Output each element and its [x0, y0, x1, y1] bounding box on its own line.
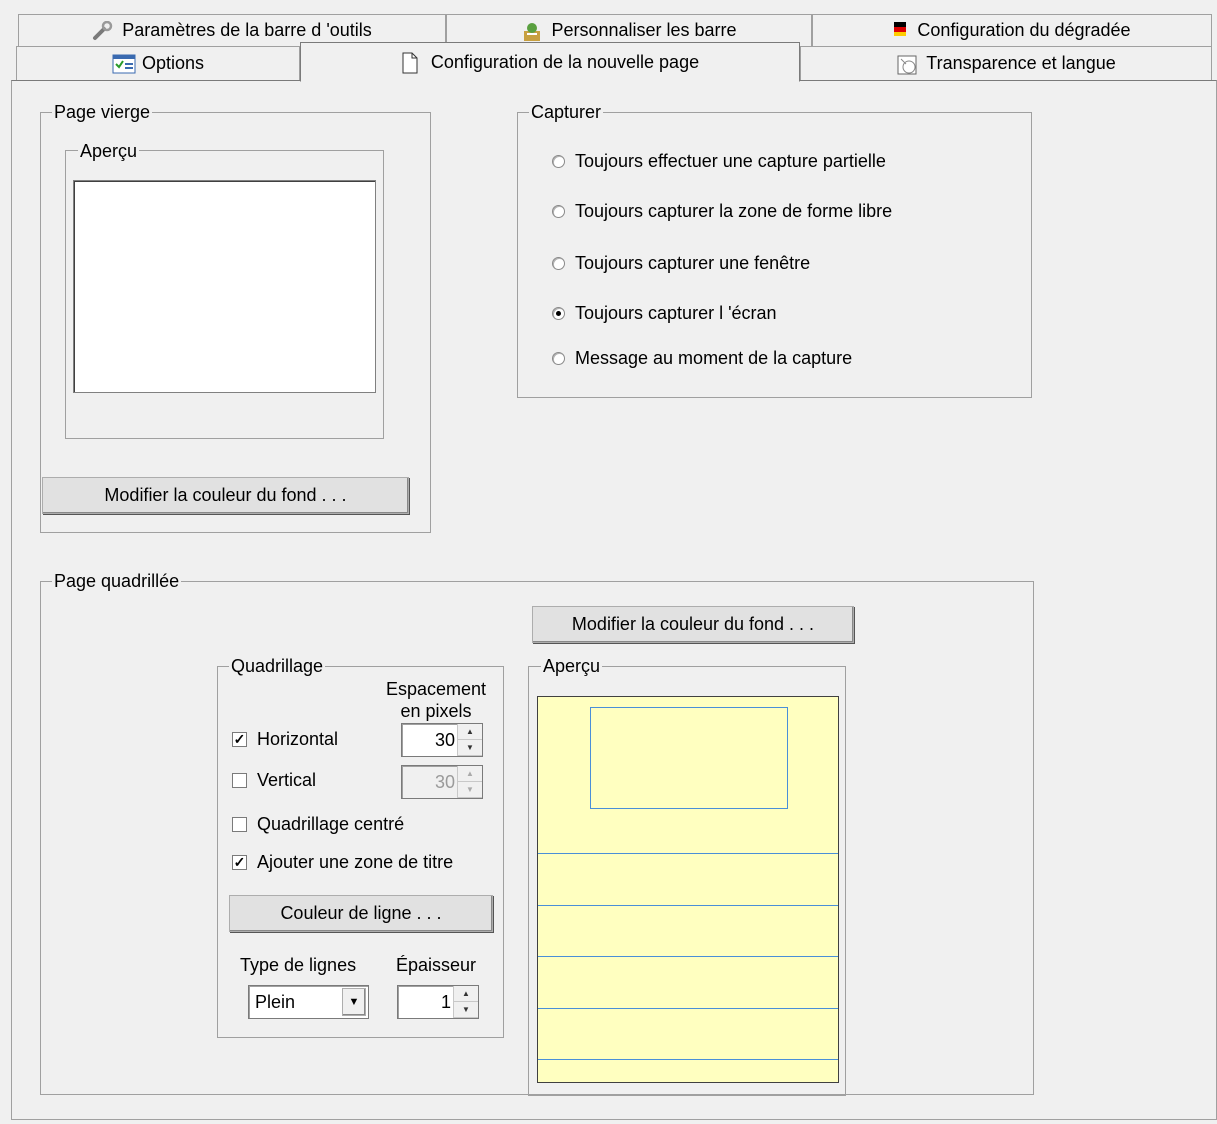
spin-down-icon[interactable]: ▼ [458, 740, 482, 756]
grid-line [538, 956, 838, 957]
radio-button-selected[interactable] [552, 307, 565, 320]
tab-label: Paramètres de la barre d 'outils [122, 20, 372, 40]
line-type-select[interactable]: Plein ▼ [248, 985, 369, 1019]
tab-label: Personnaliser les barre [551, 20, 737, 40]
horizontal-checkbox-row[interactable]: ✓ Horizontal [232, 729, 338, 750]
spacing-label-line1: Espacement [385, 679, 487, 699]
vertical-checkbox[interactable] [232, 773, 247, 788]
thickness-stepper[interactable]: 1 ▲ ▼ [397, 985, 479, 1019]
blank-preview-title: Aperçu [78, 141, 140, 161]
capture-option-screen[interactable]: Toujours capturer l 'écran [552, 303, 777, 324]
centered-grid-label: Quadrillage centré [257, 814, 405, 834]
tab-label: Configuration de la nouvelle page [430, 51, 700, 72]
vertical-spacing-value: 30 [434, 772, 455, 792]
capture-option-window[interactable]: Toujours capturer une fenêtre [552, 253, 810, 274]
grid-line [538, 1008, 838, 1009]
grid-preview-title: Aperçu [541, 656, 603, 676]
tab-label: Options [141, 53, 205, 73]
title-zone-box [590, 707, 788, 809]
spin-up-icon[interactable]: ▲ [454, 986, 478, 1002]
blank-bg-color-button[interactable]: Modifier la couleur du fond . . . [42, 477, 409, 514]
horizontal-label: Horizontal [257, 729, 339, 749]
tab-new-page-config[interactable]: Configuration de la nouvelle page [300, 42, 800, 82]
radio-label: Toujours capturer la zone de forme libre [575, 201, 893, 221]
title-zone-checkbox[interactable]: ✓ [232, 855, 247, 870]
horizontal-checkbox[interactable]: ✓ [232, 732, 247, 747]
line-color-button[interactable]: Couleur de ligne . . . [229, 895, 493, 932]
wrench-icon [92, 20, 113, 41]
horizontal-spacing-stepper[interactable]: 30 ▲ ▼ [401, 723, 483, 757]
spin-arrows: ▲ ▼ [453, 986, 478, 1018]
paint-icon [521, 21, 541, 41]
thickness-label: Épaisseur [396, 955, 477, 975]
blank-preview [73, 180, 376, 393]
spin-down-icon: ▼ [458, 782, 482, 798]
grid-bg-color-button[interactable]: Modifier la couleur du fond . . . [532, 606, 854, 643]
tab-label: Configuration du dégradée [917, 20, 1131, 40]
spin-up-icon[interactable]: ▲ [458, 724, 482, 740]
tab-gradient-config[interactable]: Configuration du dégradée [812, 14, 1212, 46]
horizontal-spacing-value[interactable]: 30 [402, 724, 457, 756]
radio-button[interactable] [552, 205, 565, 218]
vertical-label: Vertical [257, 770, 317, 790]
transparency-icon [896, 54, 917, 74]
vertical-spacing-stepper: 30 ▲ ▼ [401, 765, 483, 799]
grid-line [538, 1059, 838, 1060]
spacing-label-line2: en pixels [400, 701, 472, 721]
vertical-checkbox-row[interactable]: Vertical [232, 770, 316, 791]
centered-grid-checkbox[interactable] [232, 817, 247, 832]
tab-transparency-language[interactable]: Transparence et langue [800, 46, 1212, 80]
radio-button[interactable] [552, 257, 565, 270]
capture-title: Capturer [529, 102, 604, 122]
capture-option-freeform[interactable]: Toujours capturer la zone de forme libre [552, 201, 892, 222]
radio-label: Toujours effectuer une capture partielle [575, 151, 886, 171]
line-type-value: Plein [255, 991, 296, 1012]
radio-label: Toujours capturer une fenêtre [575, 253, 811, 273]
grid-settings-title: Quadrillage [229, 656, 326, 676]
spin-up-icon: ▲ [458, 766, 482, 782]
thickness-value[interactable]: 1 [398, 986, 453, 1018]
page-icon [401, 52, 421, 74]
blank-page-title: Page vierge [52, 102, 153, 122]
grid-line [538, 853, 838, 854]
spin-arrows: ▲ ▼ [457, 766, 482, 798]
title-zone-checkbox-row[interactable]: ✓ Ajouter une zone de titre [232, 852, 453, 873]
chevron-down-icon[interactable]: ▼ [342, 988, 366, 1016]
capture-option-prompt[interactable]: Message au moment de la capture [552, 348, 852, 369]
tab-options[interactable]: Options [16, 46, 300, 80]
options-icon [112, 54, 136, 74]
flag-icon [893, 21, 907, 41]
tab-label: Transparence et langue [926, 53, 1116, 73]
spin-down-icon[interactable]: ▼ [454, 1002, 478, 1018]
grid-preview [537, 696, 839, 1083]
radio-label: Toujours capturer l 'écran [575, 303, 777, 323]
title-zone-label: Ajouter une zone de titre [257, 852, 454, 872]
grid-page-title: Page quadrillée [52, 571, 182, 591]
grid-line [538, 905, 838, 906]
centered-grid-checkbox-row[interactable]: Quadrillage centré [232, 814, 404, 835]
radio-button[interactable] [552, 155, 565, 168]
radio-button[interactable] [552, 352, 565, 365]
spin-arrows: ▲ ▼ [457, 724, 482, 756]
capture-option-partial[interactable]: Toujours effectuer une capture partielle [552, 151, 886, 172]
radio-label: Message au moment de la capture [575, 348, 853, 368]
spacing-label: Espacement en pixels [378, 678, 494, 722]
line-type-label: Type de lignes [240, 955, 357, 975]
